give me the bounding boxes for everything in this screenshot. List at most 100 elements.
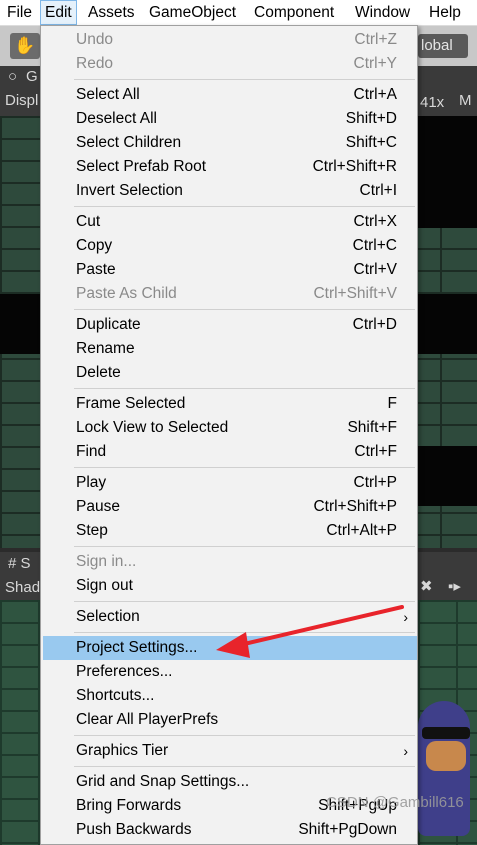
menu-item-label: Grid and Snap Settings... <box>76 773 250 790</box>
menu-item-pause[interactable]: Pause Ctrl+Shift+P <box>41 495 417 519</box>
menu-item-shortcuts[interactable]: Shortcuts... <box>41 684 417 708</box>
menu-item-graphics-tier[interactable]: Graphics Tier › <box>41 739 417 763</box>
menu-item-label: Sign out <box>76 577 133 594</box>
edit-menu-dropdown: Undo Ctrl+Z Redo Ctrl+Y Select All Ctrl+A Dese… <box>40 25 418 845</box>
menu-item-shortcut: Ctrl+V <box>353 261 398 278</box>
camera-icon[interactable]: ▪▸ <box>448 577 461 595</box>
menu-item-label: Select All <box>76 86 140 103</box>
menu-item-sign-out[interactable]: Sign out <box>41 574 417 598</box>
menu-item-label: Bring Forwards <box>76 797 182 814</box>
menu-item-sign-in[interactable]: Sign in... <box>41 550 417 574</box>
menu-item-shortcut: Ctrl+D <box>352 316 397 333</box>
menu-item-find[interactable]: Find Ctrl+F <box>41 440 417 464</box>
menu-separator <box>74 601 415 602</box>
menu-window[interactable]: Window <box>355 0 410 25</box>
menu-item-delete[interactable]: Delete <box>41 361 417 385</box>
menu-item-select-children[interactable]: Select Children Shift+C <box>41 131 417 155</box>
maximize-fragment[interactable]: M <box>459 92 472 109</box>
menu-item-label: Project Settings... <box>76 639 198 656</box>
menu-item-label: Preferences... <box>76 663 173 680</box>
menu-item-select-all[interactable]: Select All Ctrl+A <box>41 83 417 107</box>
menu-item-shortcut: Shift+PgDown <box>298 821 397 838</box>
global-toggle-button[interactable]: lobal <box>418 34 468 58</box>
menu-item-paste-as-child[interactable]: Paste As Child Ctrl+Shift+V <box>41 282 417 306</box>
menu-separator <box>74 309 415 310</box>
menu-item-redo[interactable]: Redo Ctrl+Y <box>41 52 417 76</box>
dark-area <box>418 446 477 506</box>
menu-item-step[interactable]: Step Ctrl+Alt+P <box>41 519 417 543</box>
zoom-fragment[interactable]: 41x <box>420 94 444 111</box>
menu-file[interactable]: File <box>7 0 32 25</box>
menu-item-label: Invert Selection <box>76 182 183 199</box>
menu-item-grid-and-snap-settings[interactable]: Grid and Snap Settings... <box>41 770 417 794</box>
menu-item-rename[interactable]: Rename <box>41 337 417 361</box>
menu-item-shortcut: Ctrl+Shift+V <box>313 285 397 302</box>
menu-item-clear-all-playerprefs[interactable]: Clear All PlayerPrefs <box>41 708 417 732</box>
game-tab[interactable]: G <box>26 68 38 85</box>
menu-item-select-prefab-root[interactable]: Select Prefab Root Ctrl+Shift+R <box>41 155 417 179</box>
menu-item-shortcut: Ctrl+P <box>353 474 398 491</box>
submenu-chevron-icon: › <box>403 743 408 759</box>
display-label[interactable]: Displ <box>5 92 38 109</box>
menu-item-label: Sign in... <box>76 553 137 570</box>
menu-item-play[interactable]: Play Ctrl+P <box>41 471 417 495</box>
menu-item-shortcut: Shift+C <box>345 134 397 151</box>
menu-item-label: Undo <box>76 31 114 48</box>
menu-separator <box>74 735 415 736</box>
menu-separator <box>74 206 415 207</box>
menu-item-shortcut: Ctrl+X <box>353 213 398 230</box>
menu-item-label: Step <box>76 522 108 539</box>
menu-item-invert-selection[interactable]: Invert Selection Ctrl+I <box>41 179 417 203</box>
menu-item-shortcut: Ctrl+A <box>353 86 398 103</box>
menu-item-label: Shortcuts... <box>76 687 155 704</box>
menu-item-label: Paste <box>76 261 116 278</box>
menu-help[interactable]: Help <box>429 0 461 25</box>
menu-item-duplicate[interactable]: Duplicate Ctrl+D <box>41 313 417 337</box>
menu-item-shortcut: Ctrl+Z <box>354 31 397 48</box>
watermark: CSDN @Gambill616 <box>326 794 464 811</box>
menu-item-paste[interactable]: Paste Ctrl+V <box>41 258 417 282</box>
menu-separator <box>74 79 415 80</box>
menu-item-label: Select Prefab Root <box>76 158 207 175</box>
submenu-chevron-icon: › <box>403 609 408 625</box>
menu-item-deselect-all[interactable]: Deselect All Shift+D <box>41 107 417 131</box>
menu-item-project-settings[interactable]: Project Settings... <box>43 636 417 660</box>
menu-item-push-backwards[interactable]: Push Backwards Shift+PgDown <box>41 818 417 842</box>
menu-item-label: Lock View to Selected <box>76 419 229 436</box>
menu-separator <box>74 632 415 633</box>
menu-edit[interactable]: Edit <box>40 0 77 25</box>
menu-assets[interactable]: Assets <box>88 0 135 25</box>
menu-gameobject[interactable]: GameObject <box>149 0 236 25</box>
menu-item-undo[interactable]: Undo Ctrl+Z <box>41 28 417 52</box>
menu-item-label: Deselect All <box>76 110 157 127</box>
menu-item-label: Play <box>76 474 107 491</box>
menu-item-shortcut: Ctrl+Shift+P <box>313 498 397 515</box>
menu-item-frame-selected[interactable]: Frame Selected F <box>41 392 417 416</box>
menu-item-label: Rename <box>76 340 135 357</box>
menu-separator <box>74 388 415 389</box>
menu-item-selection[interactable]: Selection › <box>41 605 417 629</box>
menu-item-shortcut: Ctrl+Alt+P <box>326 522 397 539</box>
menu-item-label: Select Children <box>76 134 182 151</box>
dark-area <box>418 116 477 228</box>
menu-item-label: Paste As Child <box>76 285 177 302</box>
menu-item-copy[interactable]: Copy Ctrl+C <box>41 234 417 258</box>
menu-item-label: Redo <box>76 55 114 72</box>
menu-separator <box>74 467 415 468</box>
menu-item-shortcut: Shift+F <box>347 419 397 436</box>
tools-icon[interactable]: ✖ <box>420 577 433 595</box>
menu-item-label: Cut <box>76 213 101 230</box>
menu-item-shortcut: Ctrl+I <box>359 182 397 199</box>
menu-item-label: Pause <box>76 498 120 515</box>
menu-item-preferences[interactable]: Preferences... <box>41 660 417 684</box>
menu-item-shortcut: Shift+D <box>345 110 397 127</box>
menu-item-lock-view-to-selected[interactable]: Lock View to Selected Shift+F <box>41 416 417 440</box>
menu-item-cut[interactable]: Cut Ctrl+X <box>41 210 417 234</box>
menu-item-label: Clear All PlayerPrefs <box>76 711 219 728</box>
hand-tool-icon[interactable]: ✋ <box>10 33 40 59</box>
menu-component[interactable]: Component <box>254 0 334 25</box>
shading-mode-label[interactable]: Shad <box>5 579 40 596</box>
menu-separator <box>74 546 415 547</box>
menu-item-shortcut: F <box>387 395 397 412</box>
scene-tab[interactable]: # S <box>8 555 31 572</box>
